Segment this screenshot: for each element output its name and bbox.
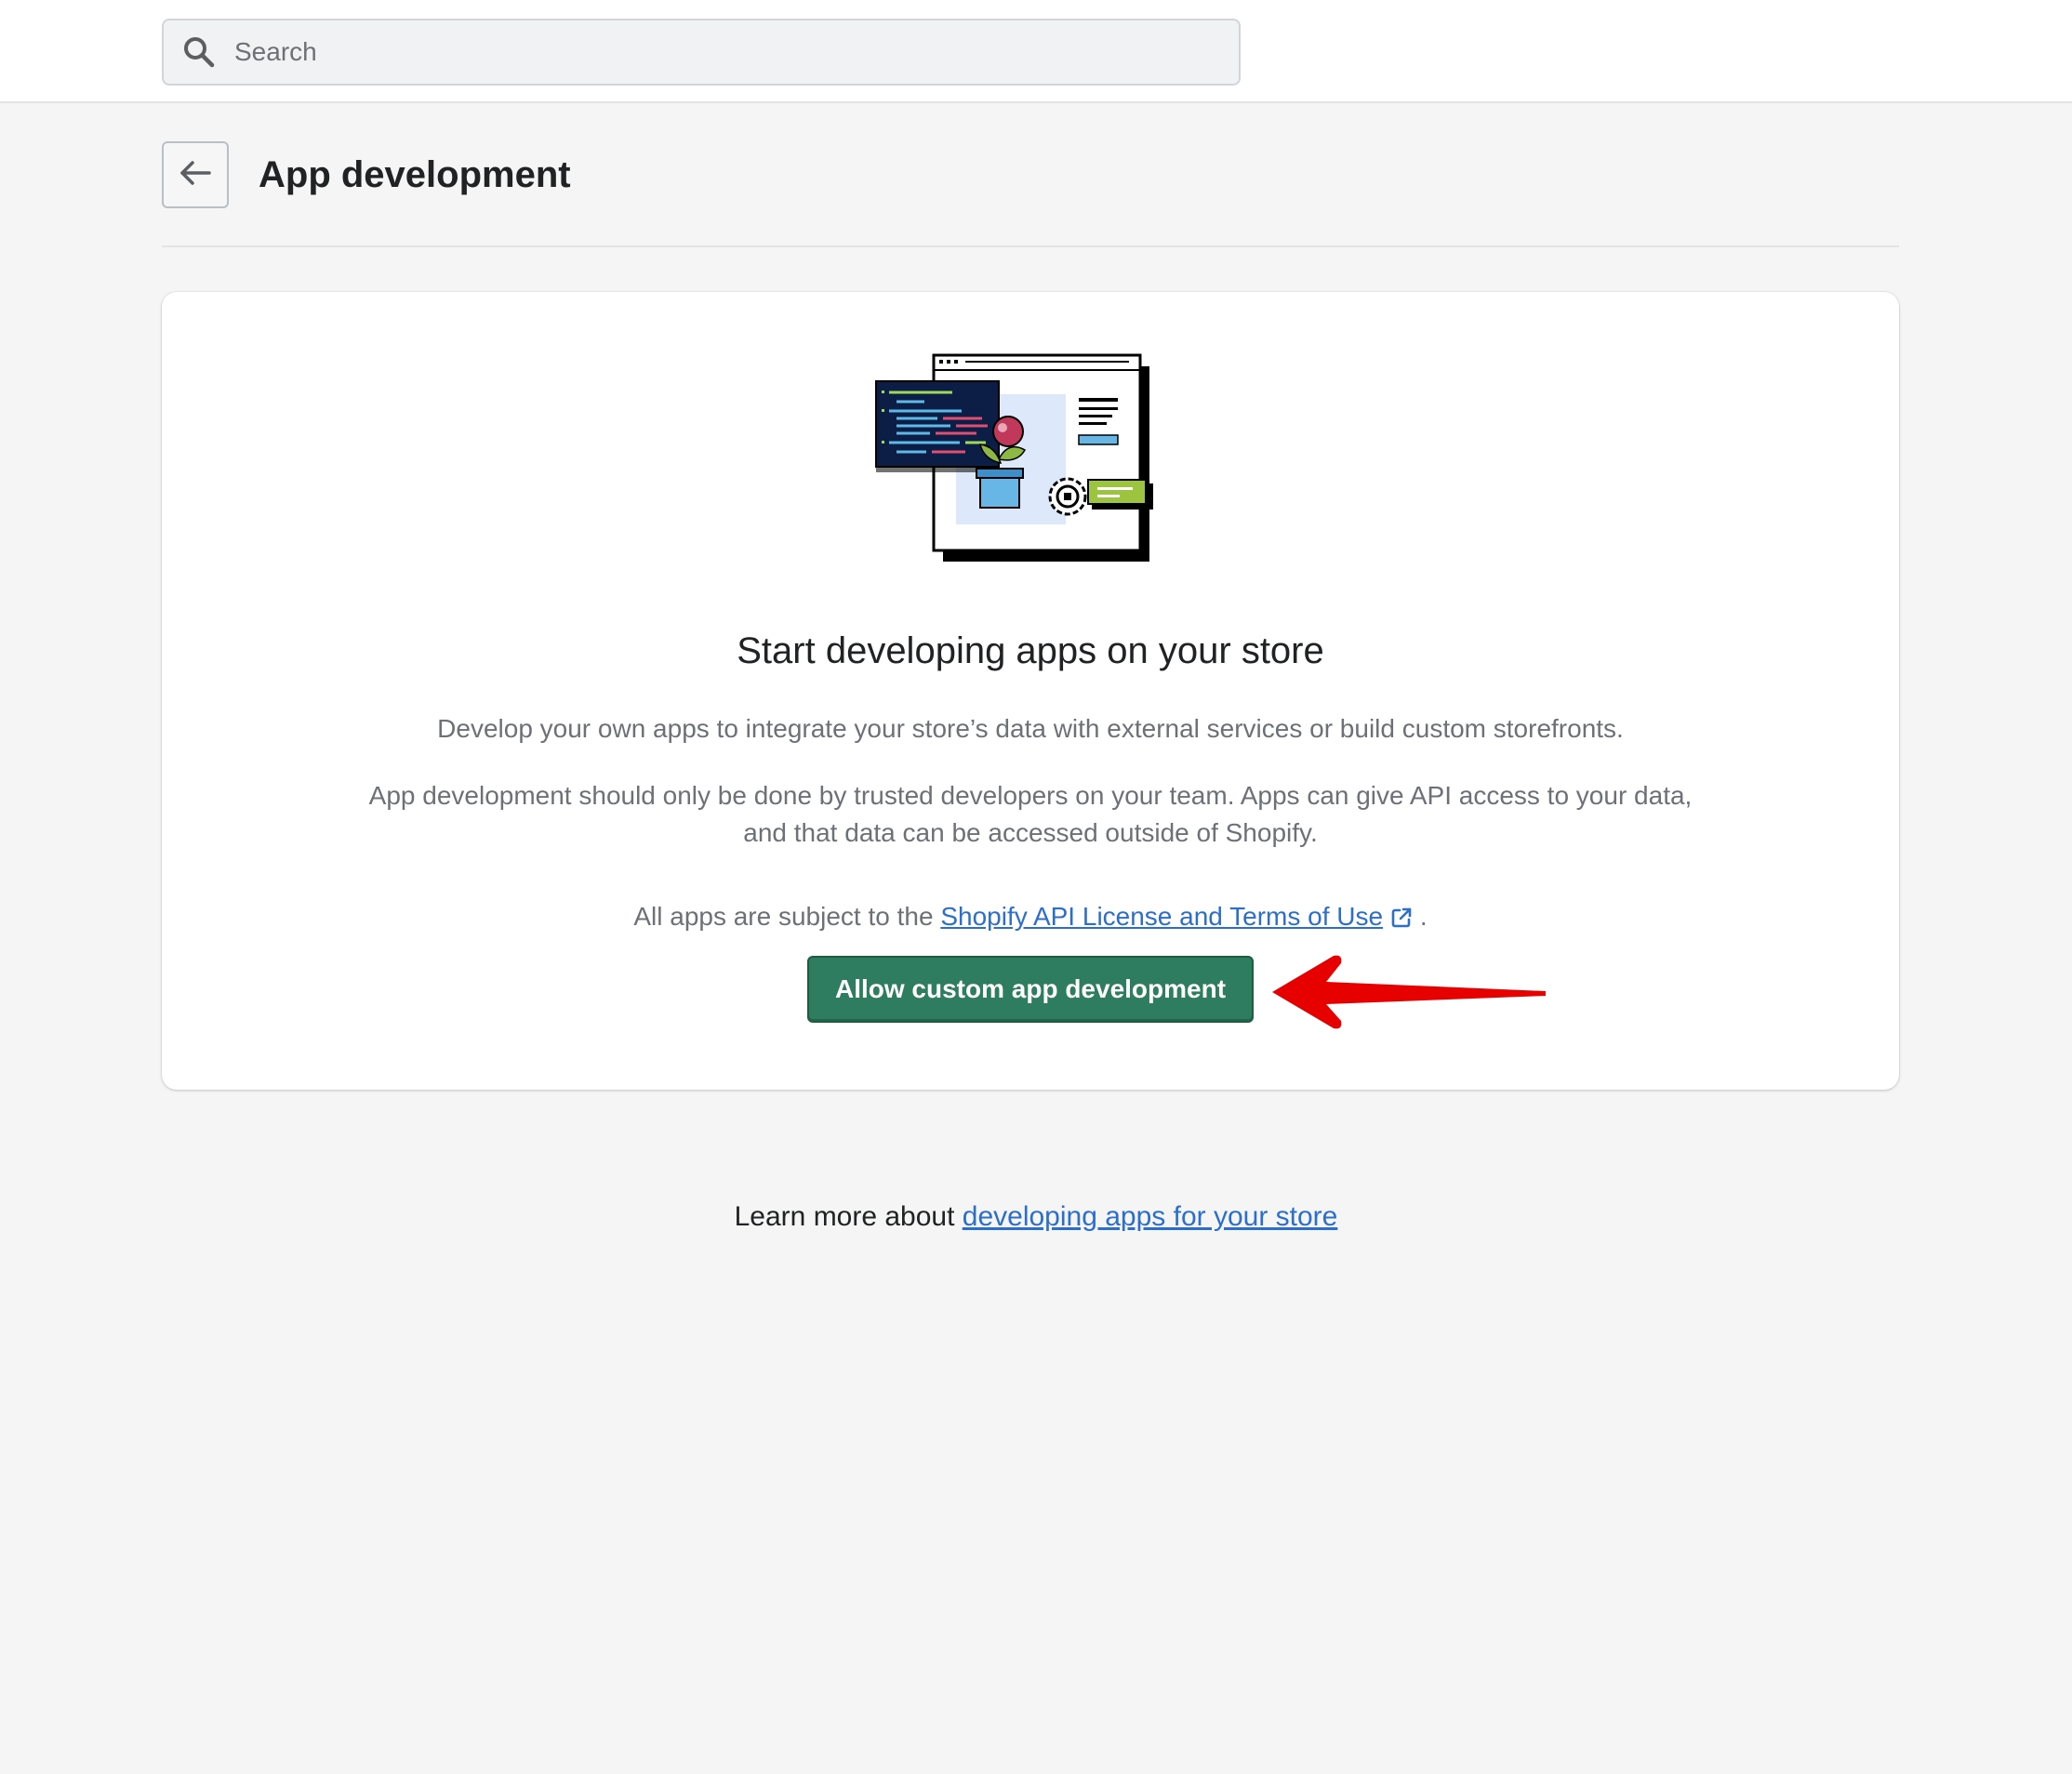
arrow-left-icon bbox=[179, 159, 212, 192]
external-link-icon[interactable] bbox=[1390, 902, 1413, 939]
red-arrow-icon bbox=[1268, 952, 1549, 1032]
learn-more-note: Learn more about developing apps for you… bbox=[0, 1198, 2072, 1237]
terms-prefix: All apps are subject to the bbox=[633, 902, 941, 931]
app-development-illustration bbox=[869, 348, 1185, 571]
terms-suffix: . bbox=[1413, 902, 1428, 931]
search-bar[interactable] bbox=[162, 19, 1241, 86]
header-divider bbox=[162, 245, 1899, 247]
terms-link[interactable]: Shopify API License and Terms of Use bbox=[940, 902, 1383, 931]
developing-apps-link[interactable]: developing apps for your store bbox=[963, 1201, 1338, 1232]
learn-more-prefix: Learn more about bbox=[734, 1201, 963, 1232]
allow-custom-app-development-button[interactable]: Allow custom app development bbox=[807, 956, 1254, 1023]
warning-paragraph: App development should only be done by t… bbox=[368, 781, 1693, 847]
back-button[interactable] bbox=[162, 141, 229, 208]
top-bar bbox=[0, 0, 2072, 103]
app-development-card: Start developing apps on your store Deve… bbox=[162, 292, 1899, 1090]
description-paragraph: Develop your own apps to integrate your … bbox=[437, 714, 1624, 743]
terms-paragraph: All apps are subject to the Shopify API … bbox=[366, 898, 1694, 939]
page-title: App development bbox=[259, 154, 571, 195]
search-input[interactable] bbox=[232, 23, 1239, 81]
search-icon bbox=[180, 33, 218, 71]
card-heading: Start developing apps on your store bbox=[737, 630, 1324, 671]
